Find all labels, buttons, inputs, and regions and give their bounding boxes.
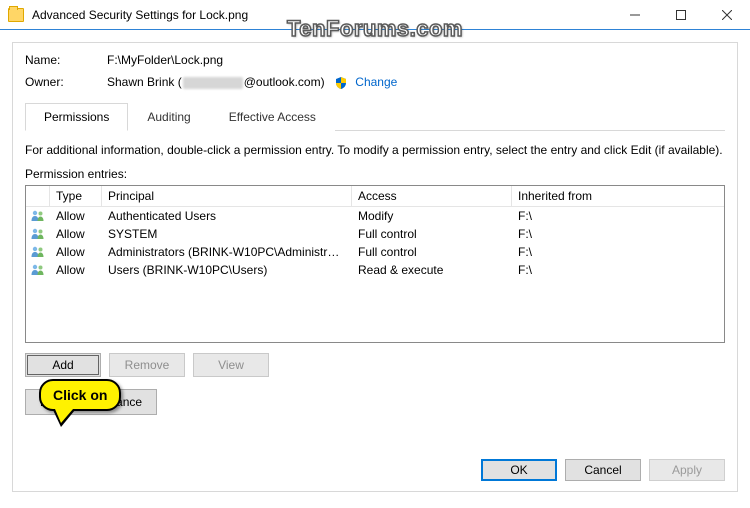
entry-buttons: Add Remove View	[25, 353, 725, 377]
cancel-button[interactable]: Cancel	[565, 459, 641, 481]
tab-auditing[interactable]: Auditing	[128, 103, 209, 131]
titlebar: Advanced Security Settings for Lock.png	[0, 0, 750, 30]
users-icon	[26, 227, 50, 241]
table-row[interactable]: AllowUsers (BRINK-W10PC\Users)Read & exe…	[26, 261, 724, 279]
tab-effective-access[interactable]: Effective Access	[210, 103, 335, 131]
cell-access: Full control	[352, 245, 512, 259]
owner-value: Shawn Brink (@outlook.com) Change	[107, 75, 397, 90]
ok-button[interactable]: OK	[481, 459, 557, 481]
users-icon	[26, 245, 50, 259]
table-header: Type Principal Access Inherited from	[26, 186, 724, 207]
cell-type: Allow	[50, 245, 102, 259]
cell-inherited: F:\	[512, 209, 724, 223]
view-button: View	[193, 353, 269, 377]
col-type[interactable]: Type	[50, 186, 102, 206]
add-button[interactable]: Add	[25, 353, 101, 377]
col-icon	[26, 186, 50, 206]
cell-access: Full control	[352, 227, 512, 241]
cell-principal: Authenticated Users	[102, 209, 352, 223]
shield-icon	[334, 76, 348, 90]
owner-name-prefix: Shawn Brink	[107, 75, 174, 89]
main-panel: Name: F:\MyFolder\Lock.png Owner: Shawn …	[12, 42, 738, 492]
owner-email-redacted	[183, 77, 243, 89]
cell-type: Allow	[50, 209, 102, 223]
table-row[interactable]: AllowAdministrators (BRINK-W10PC\Adminis…	[26, 243, 724, 261]
users-icon	[26, 209, 50, 223]
cell-type: Allow	[50, 227, 102, 241]
cell-inherited: F:\	[512, 263, 724, 277]
dialog-footer: OK Cancel Apply	[481, 459, 725, 481]
owner-name-suffix: @outlook.com)	[244, 75, 325, 89]
name-row: Name: F:\MyFolder\Lock.png	[25, 53, 725, 67]
table-row[interactable]: AllowAuthenticated UsersModifyF:\	[26, 207, 724, 225]
maximize-button[interactable]	[658, 0, 704, 29]
callout-annotation: Click on	[39, 379, 121, 411]
info-text: For additional information, double-click…	[25, 143, 725, 157]
col-principal[interactable]: Principal	[102, 186, 352, 206]
entries-label: Permission entries:	[25, 167, 725, 181]
users-icon	[26, 263, 50, 277]
apply-button: Apply	[649, 459, 725, 481]
permission-entries-table[interactable]: Type Principal Access Inherited from All…	[25, 185, 725, 343]
cell-type: Allow	[50, 263, 102, 277]
cell-access: Read & execute	[352, 263, 512, 277]
window-controls	[612, 0, 750, 29]
col-inherited[interactable]: Inherited from	[512, 186, 724, 206]
tab-permissions[interactable]: Permissions	[25, 103, 128, 131]
cell-access: Modify	[352, 209, 512, 223]
name-label: Name:	[25, 53, 107, 67]
cell-inherited: F:\	[512, 245, 724, 259]
change-owner-link[interactable]: Change	[355, 75, 397, 89]
minimize-button[interactable]	[612, 0, 658, 29]
owner-label: Owner:	[25, 75, 107, 89]
remove-button: Remove	[109, 353, 185, 377]
folder-icon	[8, 8, 24, 22]
name-value: F:\MyFolder\Lock.png	[107, 53, 223, 67]
cell-principal: SYSTEM	[102, 227, 352, 241]
tab-strip: Permissions Auditing Effective Access	[25, 102, 725, 131]
cell-principal: Users (BRINK-W10PC\Users)	[102, 263, 352, 277]
cell-inherited: F:\	[512, 227, 724, 241]
owner-row: Owner: Shawn Brink (@outlook.com) Change	[25, 75, 725, 90]
col-access[interactable]: Access	[352, 186, 512, 206]
table-row[interactable]: AllowSYSTEMFull controlF:\	[26, 225, 724, 243]
close-button[interactable]	[704, 0, 750, 29]
cell-principal: Administrators (BRINK-W10PC\Administrat.…	[102, 245, 352, 259]
window-title: Advanced Security Settings for Lock.png	[32, 8, 248, 22]
